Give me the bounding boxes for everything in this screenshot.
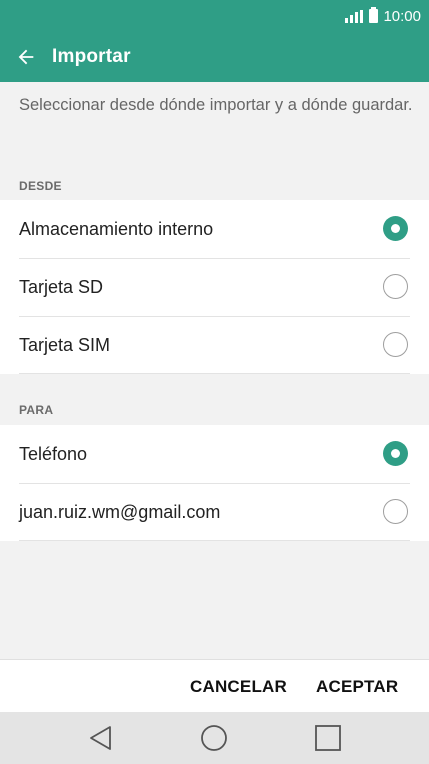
home-circle-icon — [201, 725, 227, 751]
option-label: Teléfono — [19, 443, 88, 464]
nav-back-button[interactable] — [73, 712, 129, 764]
option-sd-card[interactable]: Tarjeta SD — [0, 258, 429, 316]
options-list-desde: Almacenamiento interno Tarjeta SD Tarjet… — [0, 200, 429, 374]
status-bar: 10:00 — [0, 0, 429, 32]
page-title: Importar — [52, 46, 131, 67]
battery-icon — [369, 7, 379, 23]
option-phone[interactable]: Teléfono — [0, 425, 429, 483]
nav-home-button[interactable] — [186, 712, 242, 764]
back-button[interactable] — [0, 32, 52, 82]
radio-button[interactable] — [383, 332, 408, 357]
option-label: Tarjeta SD — [19, 276, 104, 297]
option-label: juan.ruiz.wm@gmail.com — [19, 501, 221, 522]
recents-square-icon — [315, 725, 341, 751]
radio-button-checked[interactable] — [383, 216, 408, 241]
description-text: Seleccionar desde dónde importar y a dón… — [19, 96, 413, 114]
option-label: Tarjeta SIM — [19, 334, 111, 355]
nav-recents-button[interactable] — [300, 712, 356, 764]
option-label: Almacenamiento interno — [19, 218, 214, 239]
signal-icon — [345, 9, 364, 23]
radio-button[interactable] — [383, 499, 408, 524]
radio-button-checked[interactable] — [383, 441, 408, 466]
accept-button[interactable]: ACEPTAR — [316, 660, 398, 713]
arrow-left-icon — [18, 49, 34, 65]
option-internal-storage[interactable]: Almacenamiento interno — [0, 200, 429, 258]
radio-button[interactable] — [383, 274, 408, 299]
action-bar: CANCELAR ACEPTAR — [0, 659, 429, 712]
import-screen: 10:00 Importar Seleccionar desde dónde i… — [0, 0, 429, 764]
options-list-para: Teléfono juan.ruiz.wm@gmail.com — [0, 425, 429, 541]
navigation-bar — [0, 712, 429, 764]
app-bar: Importar — [0, 32, 429, 82]
option-sim-card[interactable]: Tarjeta SIM — [0, 316, 429, 374]
status-time: 10:00 — [383, 7, 421, 25]
section-header-desde: DESDE — [19, 179, 62, 193]
back-triangle-icon — [90, 726, 111, 750]
content-area: Seleccionar desde dónde importar y a dón… — [0, 82, 429, 659]
option-google-account[interactable]: juan.ruiz.wm@gmail.com — [0, 483, 429, 541]
cancel-button[interactable]: CANCELAR — [190, 660, 287, 713]
section-header-para: PARA — [19, 403, 54, 417]
